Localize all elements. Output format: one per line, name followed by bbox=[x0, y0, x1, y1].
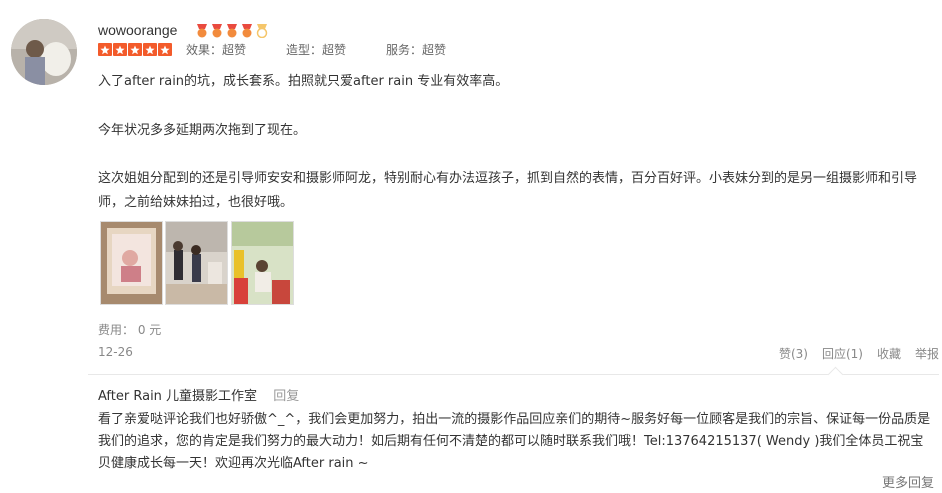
rating-effect: 效果：超赞 bbox=[186, 43, 247, 57]
avatar-image bbox=[11, 19, 77, 85]
star-icon bbox=[128, 43, 142, 56]
reply-notch-icon bbox=[827, 366, 844, 383]
avatar[interactable] bbox=[11, 19, 77, 85]
photo-framed-portrait bbox=[101, 222, 162, 304]
review-date: 12-26 bbox=[98, 345, 133, 359]
star-icon bbox=[98, 43, 112, 56]
review-photo[interactable] bbox=[231, 221, 294, 305]
medal-icon bbox=[197, 24, 207, 38]
merchant-reply-text: 看了亲爱哒评论我们也好骄傲^_^，我们会更加努力，拍出一流的摄影作品回应亲们的期… bbox=[98, 412, 931, 471]
star-icon bbox=[143, 43, 157, 56]
reply-toggle-button[interactable]: 回应(1) bbox=[822, 345, 863, 362]
medal-icon bbox=[227, 24, 237, 38]
like-button[interactable]: 赞(3) bbox=[779, 345, 808, 362]
medal-empty-icon bbox=[256, 24, 268, 38]
star-icon bbox=[113, 43, 127, 56]
review-actions: 赞(3) 回应(1) 收藏 举报 bbox=[779, 345, 939, 362]
reply-divider bbox=[88, 366, 939, 383]
medal-icon bbox=[242, 24, 252, 38]
rating-style: 造型：超赞 bbox=[286, 43, 347, 57]
review-paragraph: 入了after rain的坑，成长套系。拍照就只爱after rain 专业有效… bbox=[98, 74, 509, 89]
review-paragraph: 今年状况多多延期两次拖到了现在。 bbox=[98, 123, 307, 138]
photo-colorful-set bbox=[232, 222, 293, 304]
medal-icon bbox=[212, 24, 222, 38]
review-photo[interactable] bbox=[100, 221, 163, 305]
photo-studio-scene bbox=[166, 222, 227, 304]
merchant-reply-header: After Rain 儿童摄影工作室 回复 bbox=[98, 385, 299, 404]
merchant-name[interactable]: After Rain 儿童摄影工作室 bbox=[98, 389, 257, 404]
review-paragraph: 这次姐姐分配到的还是引导师安安和摄影师阿龙，特别耐心有办法逗孩子，抓到自然的表情… bbox=[98, 171, 918, 210]
user-level-medals bbox=[196, 24, 268, 38]
review-photo[interactable] bbox=[165, 221, 228, 305]
star-rating bbox=[98, 43, 172, 56]
more-replies-link[interactable]: 更多回复 bbox=[882, 472, 934, 491]
rating-row: 效果：超赞 造型：超赞 服务：超赞 bbox=[98, 41, 486, 58]
report-button[interactable]: 举报 bbox=[915, 345, 939, 362]
star-icon bbox=[158, 43, 172, 56]
review-cost: 费用： 0 元 bbox=[98, 323, 162, 337]
rating-service: 服务：超赞 bbox=[386, 43, 447, 57]
reply-button[interactable]: 回复 bbox=[273, 389, 299, 404]
username[interactable]: wowoorange bbox=[98, 22, 177, 38]
favorite-button[interactable]: 收藏 bbox=[877, 345, 901, 362]
